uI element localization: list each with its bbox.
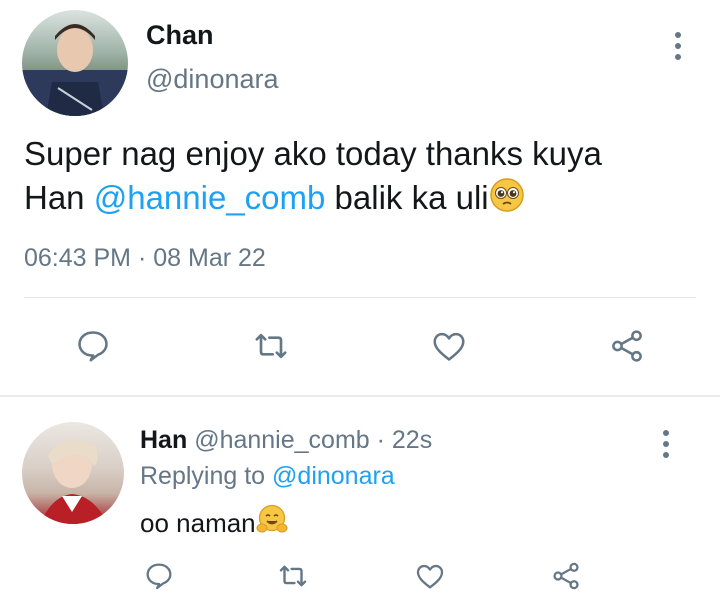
like-button[interactable] bbox=[429, 326, 469, 366]
reply-like-button[interactable] bbox=[410, 556, 450, 596]
section-separator bbox=[0, 395, 720, 397]
replying-to-label: Replying to bbox=[140, 462, 273, 490]
author-name[interactable]: Chan bbox=[146, 20, 214, 51]
reply-more-icon[interactable] bbox=[660, 430, 672, 458]
reply-reply-button[interactable] bbox=[139, 556, 179, 596]
tweet-text-han: Han bbox=[24, 179, 94, 216]
replying-to-link[interactable]: @dinonara bbox=[272, 462, 395, 490]
tweet-text-line1: Super nag enjoy ako today thanks kuya bbox=[24, 135, 602, 172]
tweet-text: Super nag enjoy ako today thanks kuya Ha… bbox=[24, 132, 704, 224]
mention-link[interactable]: @hannie_comb bbox=[94, 179, 326, 216]
share-icon bbox=[612, 330, 642, 362]
like-icon bbox=[416, 564, 444, 589]
share-icon bbox=[553, 562, 579, 590]
reply-author-handle[interactable]: @hannie_comb bbox=[194, 426, 370, 454]
meta-dot: · bbox=[131, 244, 154, 272]
divider bbox=[24, 297, 696, 298]
reply-header: Han @hannie_comb · 22s bbox=[140, 426, 432, 455]
reply-text-body: oo naman bbox=[140, 508, 256, 538]
share-button[interactable] bbox=[607, 326, 647, 366]
avatar[interactable] bbox=[22, 10, 128, 116]
reply-age: 22s bbox=[391, 426, 433, 454]
reply-retweet-button[interactable] bbox=[273, 556, 313, 596]
reply-avatar[interactable] bbox=[22, 422, 124, 524]
reply-icon bbox=[146, 563, 172, 590]
replying-to: Replying to @dinonara bbox=[140, 462, 395, 491]
reply-share-button[interactable] bbox=[546, 556, 586, 596]
tweet-timestamp: 06:43 PM · 08 Mar 22 bbox=[24, 244, 266, 273]
tweet-text-after: balik ka uli bbox=[325, 179, 489, 216]
hugging-face-icon bbox=[256, 504, 288, 543]
reply-author-name[interactable]: Han bbox=[140, 426, 187, 454]
retweet-icon bbox=[255, 333, 287, 359]
author-handle[interactable]: @dinonara bbox=[146, 64, 279, 95]
tweet-time: 06:43 PM bbox=[24, 244, 132, 272]
tweet-date: 08 Mar 22 bbox=[153, 244, 266, 272]
reply-text: oo naman bbox=[140, 504, 288, 543]
retweet-button[interactable] bbox=[251, 326, 291, 366]
reply-icon bbox=[78, 331, 108, 362]
retweet-icon bbox=[279, 565, 307, 587]
more-icon[interactable] bbox=[672, 32, 684, 60]
pleading-face-icon bbox=[489, 177, 525, 224]
reply-button[interactable] bbox=[73, 326, 113, 366]
reply-dot: · bbox=[369, 426, 392, 454]
like-icon bbox=[433, 332, 465, 361]
